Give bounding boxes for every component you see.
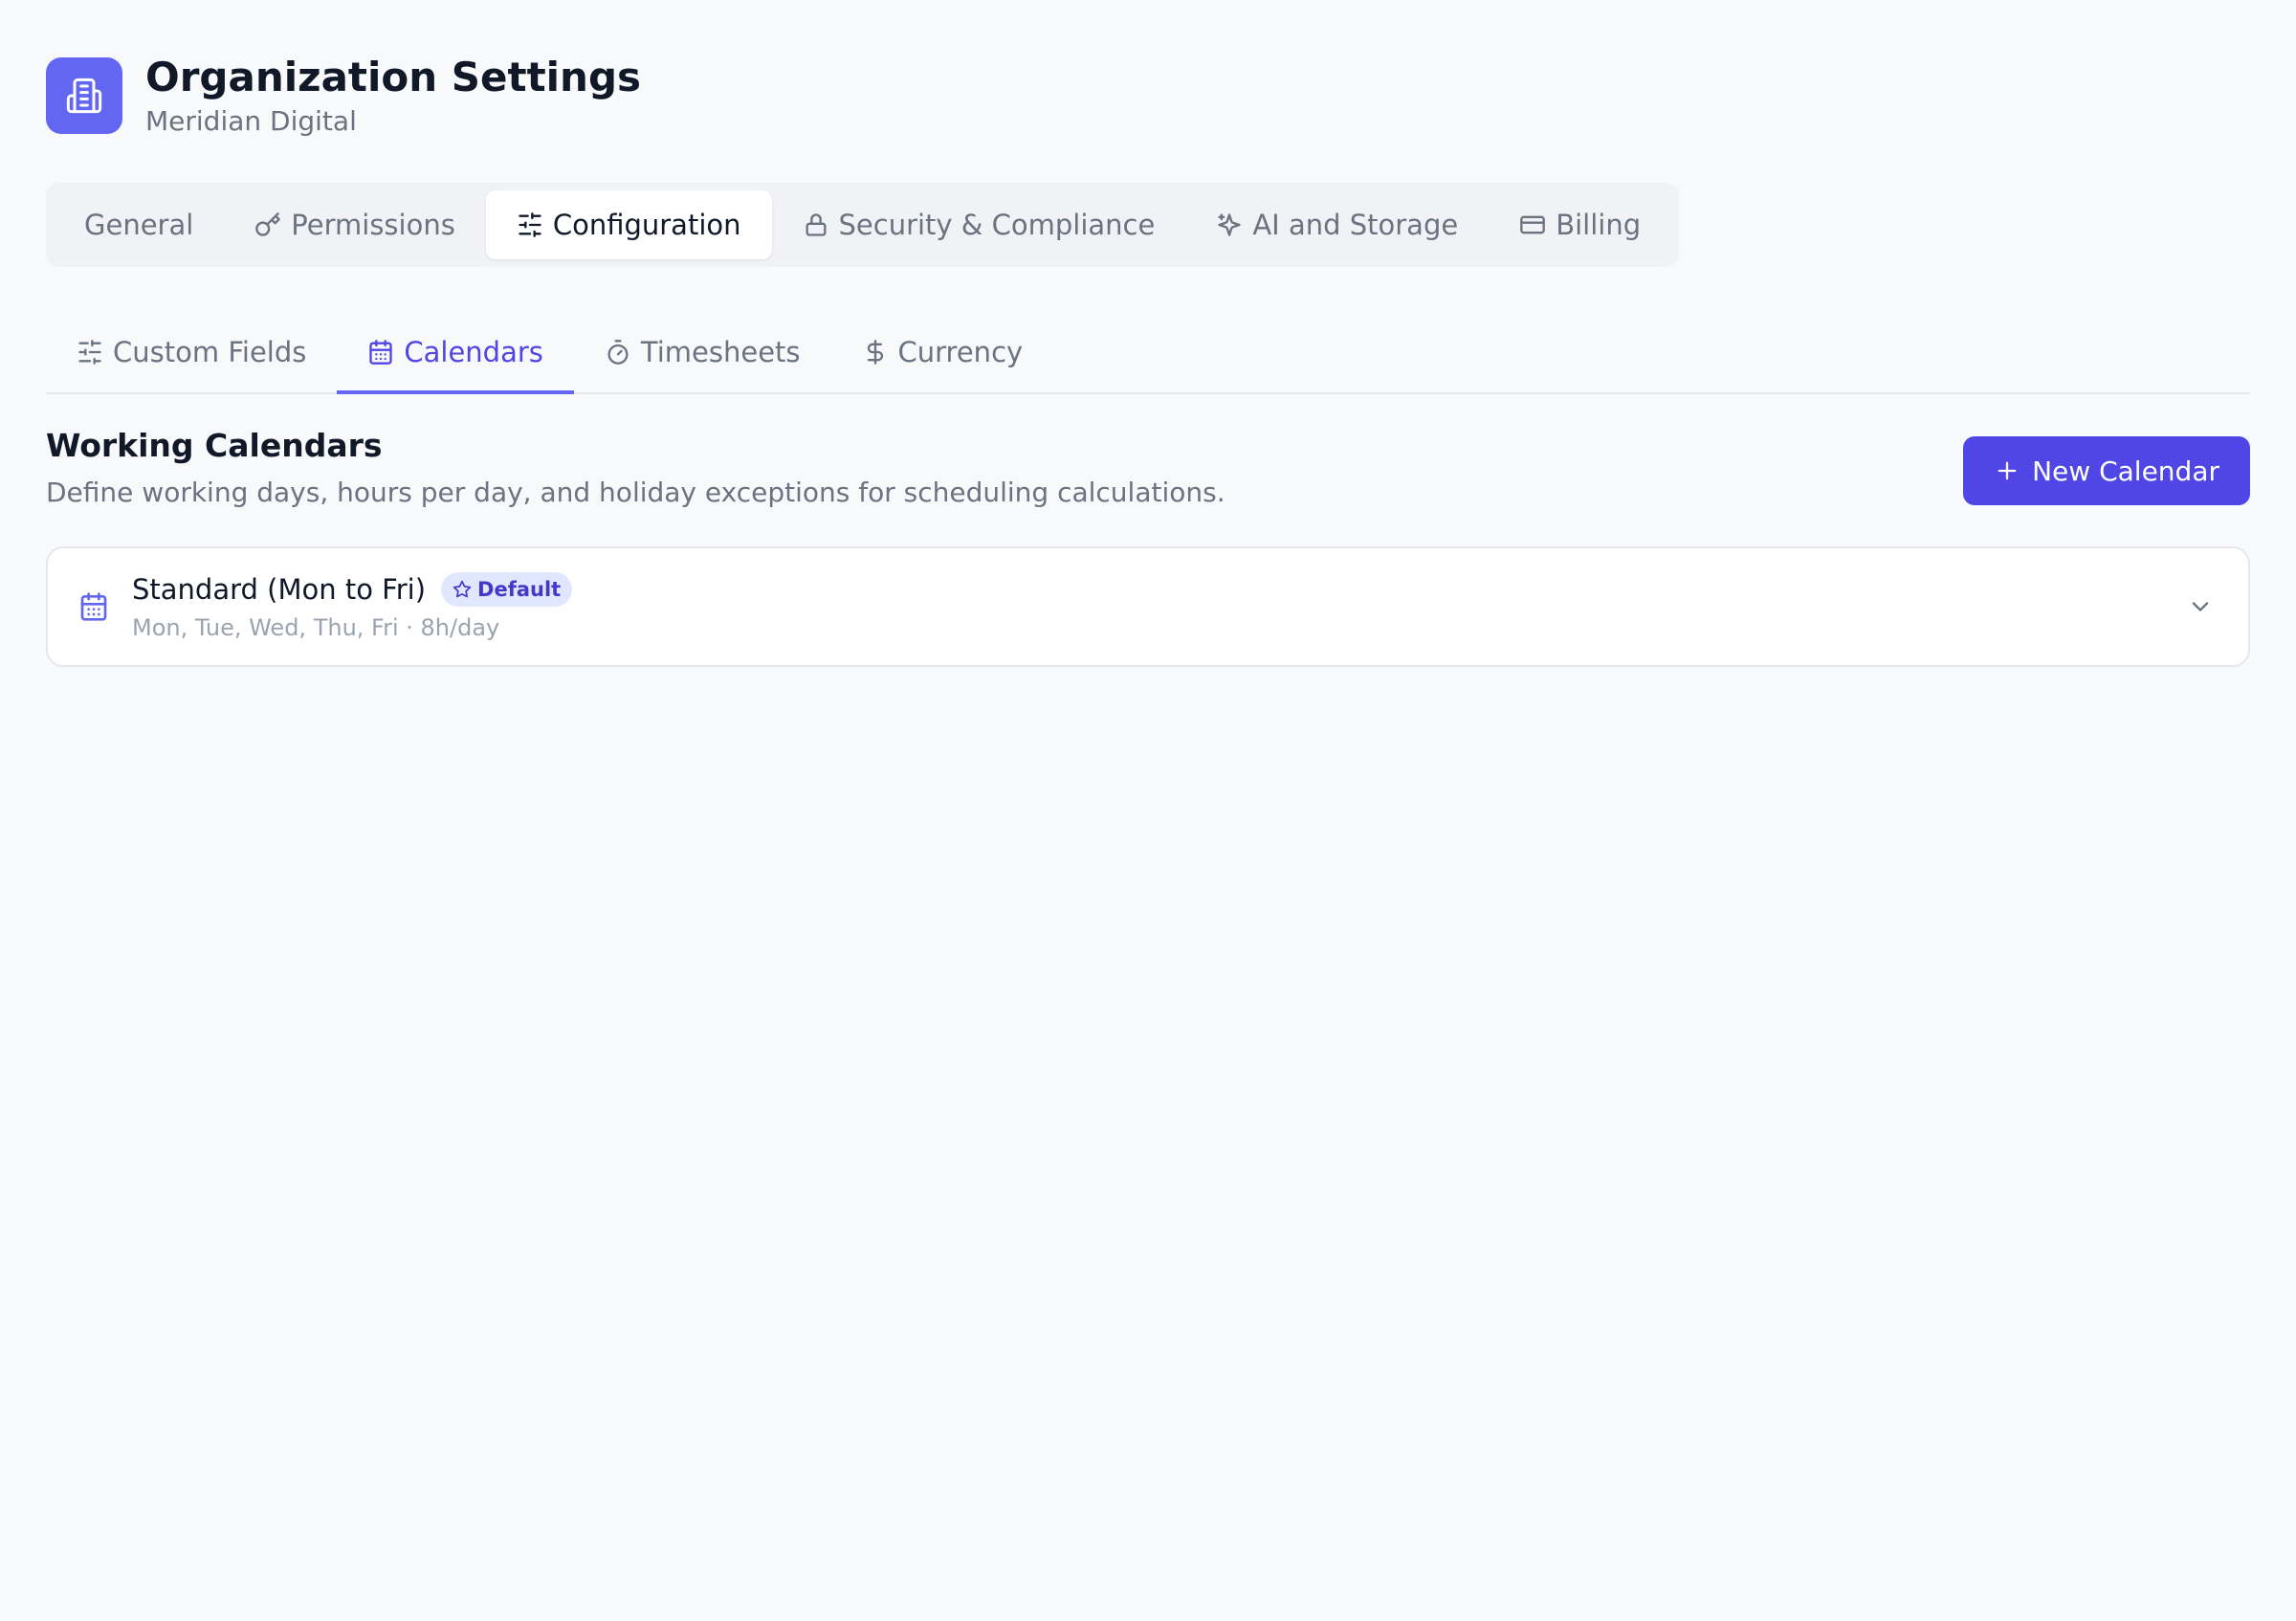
subtab-timesheets[interactable]: Timesheets xyxy=(574,314,831,394)
tab-label: Permissions xyxy=(291,209,455,241)
key-icon xyxy=(255,212,281,236)
page-title: Organization Settings xyxy=(145,54,642,100)
plus-icon xyxy=(1998,461,2017,480)
dollar-icon xyxy=(867,340,883,365)
calendar-card[interactable]: Standard (Mon to Fri) Default Mon, Tue, … xyxy=(46,546,2250,667)
subtab-label: Calendars xyxy=(404,336,543,368)
section-title: Working Calendars xyxy=(46,427,383,464)
page-header: Organization Settings Meridian Digital xyxy=(46,54,641,137)
calendar-name: Standard (Mon to Fri) xyxy=(132,573,427,606)
calendar-meta: Mon, Tue, Wed, Thu, Fri · 8h/day xyxy=(132,614,500,641)
calendar-icon xyxy=(369,340,393,365)
subtab-currency[interactable]: Currency xyxy=(831,314,1054,394)
calendar-icon xyxy=(78,591,109,622)
building-icon xyxy=(46,56,122,134)
tab-billing[interactable]: Billing xyxy=(1489,190,1671,259)
sparkles-icon xyxy=(1218,213,1242,236)
subtab-label: Timesheets xyxy=(640,336,801,368)
tab-label: AI and Storage xyxy=(1252,209,1459,241)
tab-security-compliance[interactable]: Security & Compliance xyxy=(772,190,1186,259)
tab-ai-storage[interactable]: AI and Storage xyxy=(1185,190,1489,259)
subtab-label: Currency xyxy=(897,336,1024,368)
timer-icon xyxy=(607,340,629,365)
tab-label: Configuration xyxy=(552,209,741,241)
subtab-custom-fields[interactable]: Custom Fields xyxy=(46,314,337,394)
new-calendar-label: New Calendar xyxy=(2032,455,2219,487)
chevron-down-icon[interactable] xyxy=(2185,591,2216,622)
subtab-label: Custom Fields xyxy=(113,336,307,368)
main-tabs: General Permissions Configuration Securi… xyxy=(46,183,1680,267)
star-icon xyxy=(453,580,472,598)
lock-icon xyxy=(806,213,826,236)
tab-general[interactable]: General xyxy=(54,190,224,259)
configuration-sub-tabs: Custom Fields Calendars Timesheets Curre… xyxy=(46,312,2250,394)
new-calendar-button[interactable]: New Calendar xyxy=(1963,436,2250,505)
tab-label: Billing xyxy=(1556,209,1642,241)
section-description: Define working days, hours per day, and … xyxy=(46,477,1225,508)
subtab-calendars[interactable]: Calendars xyxy=(337,314,574,394)
sliders-icon xyxy=(78,340,101,365)
tab-label: Security & Compliance xyxy=(838,209,1156,241)
tab-label: General xyxy=(84,209,194,241)
organization-name: Meridian Digital xyxy=(145,105,357,138)
credit-card-icon xyxy=(1520,215,1546,234)
tab-configuration[interactable]: Configuration xyxy=(485,190,772,259)
tab-permissions[interactable]: Permissions xyxy=(224,190,486,259)
default-badge: Default xyxy=(441,572,573,607)
sliders-icon xyxy=(519,212,541,237)
badge-label: Default xyxy=(477,578,562,601)
